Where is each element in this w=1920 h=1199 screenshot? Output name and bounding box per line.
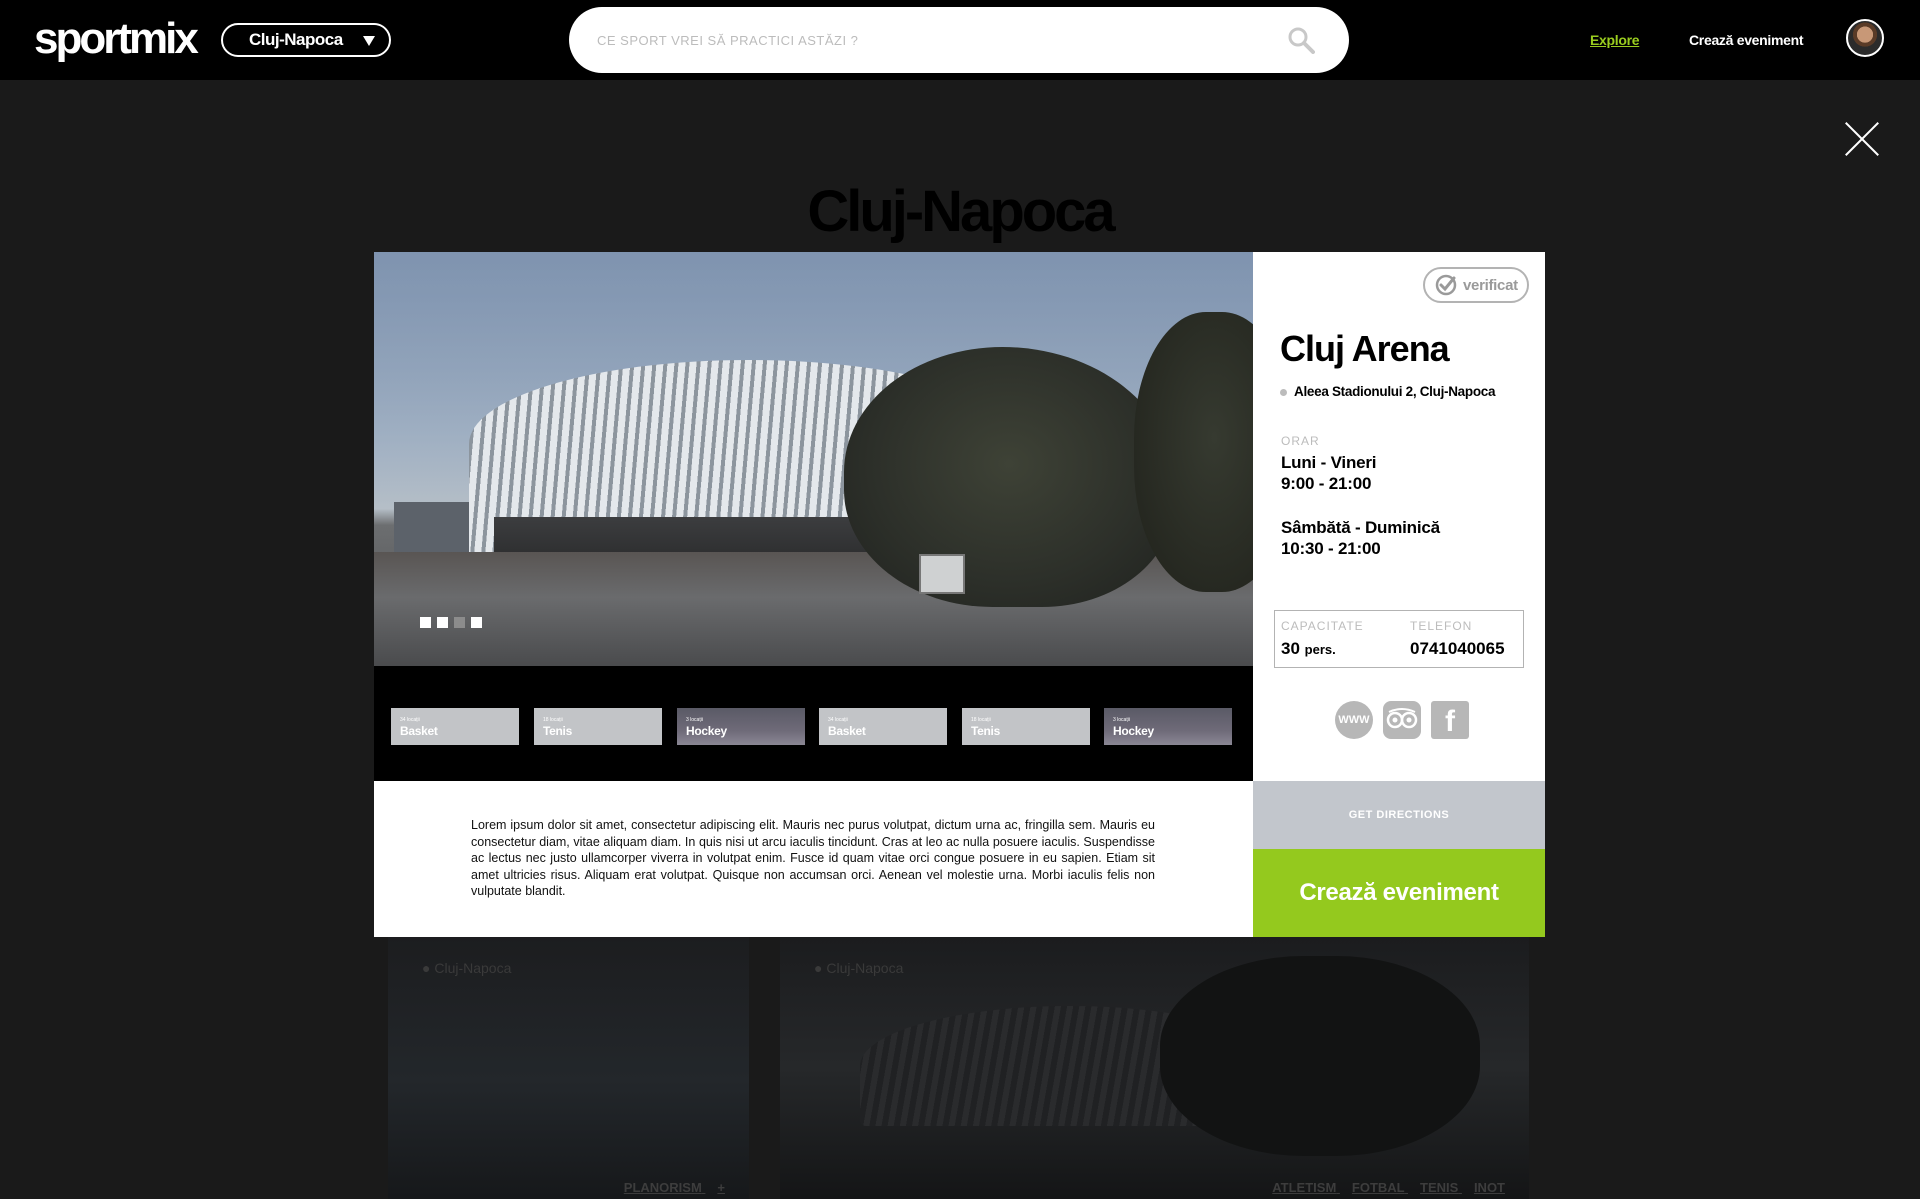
verified-badge: verificat <box>1423 267 1529 303</box>
card-tag: PLANORISM <box>623 1180 702 1195</box>
venue-info-panel: verificat Cluj Arena Aleea Stadionului 2… <box>1253 252 1545 781</box>
capacity-label: CAPACITATE <box>1281 619 1364 633</box>
sport-tile-count: 3 locații <box>1113 717 1130 723</box>
schedule-weekdays: Luni - Vineri 9:00 - 21:00 <box>1281 452 1377 494</box>
sport-tile-count: 3 locații <box>686 717 703 723</box>
sport-tile-count: 18 locații <box>971 717 991 723</box>
tree-image <box>1160 956 1480 1156</box>
sport-tile-name: Basket <box>828 724 866 738</box>
top-navbar: sportmix Cluj-Napoca Explore Crează even… <box>0 0 1920 80</box>
venue-name: Cluj Arena <box>1280 328 1450 369</box>
search-input[interactable] <box>597 7 1277 73</box>
search-bar <box>569 7 1349 73</box>
capacity-phone-box: CAPACITATE TELEFON 30 pers. 0741040065 <box>1274 610 1524 668</box>
venue-description: Lorem ipsum dolor sit amet, consectetur … <box>471 818 1155 898</box>
sport-tile-name: Hockey <box>1113 724 1154 738</box>
card-location: ● Cluj-Napoca <box>814 960 904 976</box>
photo-dot[interactable] <box>471 617 482 628</box>
card-tag: + <box>717 1180 725 1195</box>
user-avatar[interactable] <box>1846 19 1884 57</box>
card-tag: FOTBAL <box>1351 1180 1405 1195</box>
background-card: ● Cluj-Napoca PLANORISM + <box>388 936 749 1199</box>
city-select[interactable]: Cluj-Napoca <box>221 23 391 57</box>
chevron-down-icon <box>363 36 375 46</box>
sport-tile-name: Tenis <box>543 724 572 738</box>
photo-dot-active[interactable] <box>454 617 465 628</box>
background-card: ● Cluj-Napoca ATLETISM FOTBAL TENIS INOT <box>780 936 1529 1199</box>
card-tag: TENIS <box>1420 1180 1459 1195</box>
close-modal-button[interactable] <box>1843 120 1881 158</box>
sport-tile-count: 34 locații <box>400 717 420 723</box>
schedule-weekend: Sâmbătă - Duminică 10:30 - 21:00 <box>1281 517 1440 559</box>
venue-modal: 34 locații Basket 18 locații Tenis 3 loc… <box>374 252 1545 937</box>
schedule-days: Luni - Vineri <box>1281 453 1377 472</box>
schedule-label: ORAR <box>1281 434 1320 448</box>
phone-label: TELEFON <box>1410 619 1473 633</box>
get-directions-button[interactable]: GET DIRECTIONS <box>1253 781 1545 849</box>
card-tag: ATLETISM <box>1272 1180 1337 1195</box>
sport-tile-tenis[interactable]: 18 locații Tenis <box>962 708 1090 745</box>
tripadvisor-icon[interactable] <box>1383 701 1421 739</box>
city-select-label: Cluj-Napoca <box>249 30 343 49</box>
search-icon[interactable] <box>1287 26 1315 54</box>
verified-label: verificat <box>1463 277 1518 294</box>
sports-strip: 34 locații Basket 18 locații Tenis 3 loc… <box>374 666 1253 781</box>
schedule-days: Sâmbătă - Duminică <box>1281 518 1440 537</box>
sport-tile-name: Basket <box>400 724 438 738</box>
venue-photo <box>374 252 1253 666</box>
location-dot-icon <box>1280 389 1287 396</box>
sport-tile-basket[interactable]: 34 locații Basket <box>819 708 947 745</box>
create-event-button[interactable]: Crează eveniment <box>1253 849 1545 937</box>
sport-tile-name: Tenis <box>971 724 1000 738</box>
photo-tree <box>1134 312 1253 592</box>
checkmark-icon <box>1435 274 1457 296</box>
page-title: Cluj-Napoca <box>807 179 1115 244</box>
sport-tile-hockey[interactable]: 3 locații Hockey <box>1104 708 1232 745</box>
schedule-hours: 9:00 - 21:00 <box>1281 474 1372 493</box>
sport-tile-count: 34 locații <box>828 717 848 723</box>
card-tag: INOT <box>1473 1180 1505 1195</box>
sport-tile-count: 18 locații <box>543 717 563 723</box>
venue-address: Aleea Stadionului 2, Cluj-Napoca <box>1294 384 1496 399</box>
card-tags: ATLETISM FOTBAL TENIS INOT <box>1260 1180 1505 1195</box>
sport-tile-hockey[interactable]: 3 locații Hockey <box>677 708 805 745</box>
sport-tile-name: Hockey <box>686 724 727 738</box>
capacity-value: 30 pers. <box>1281 639 1336 659</box>
sport-tile-tenis[interactable]: 18 locații Tenis <box>534 708 662 745</box>
website-icon[interactable]: WWW <box>1335 701 1373 739</box>
facebook-icon[interactable]: f <box>1431 701 1469 739</box>
photo-dot[interactable] <box>420 617 431 628</box>
schedule-hours: 10:30 - 21:00 <box>1281 539 1381 558</box>
photo-dot[interactable] <box>437 617 448 628</box>
tripadvisor-owl-icon <box>1386 708 1418 729</box>
nav-create-event-link[interactable]: Crează eveniment <box>1689 32 1804 48</box>
social-links: WWW f <box>1335 701 1469 739</box>
capacity-number: 30 <box>1281 639 1300 658</box>
card-location: ● Cluj-Napoca <box>422 960 512 976</box>
photo-pagination <box>420 617 482 628</box>
card-tags: PLANORISM + <box>612 1180 725 1195</box>
photo-sign <box>919 554 965 594</box>
phone-value[interactable]: 0741040065 <box>1410 639 1505 659</box>
sport-tile-basket[interactable]: 34 locații Basket <box>391 708 519 745</box>
sportmix-logo[interactable]: sportmix <box>34 14 199 64</box>
capacity-unit: pers. <box>1304 642 1336 657</box>
nav-explore-link[interactable]: Explore <box>1590 32 1640 48</box>
